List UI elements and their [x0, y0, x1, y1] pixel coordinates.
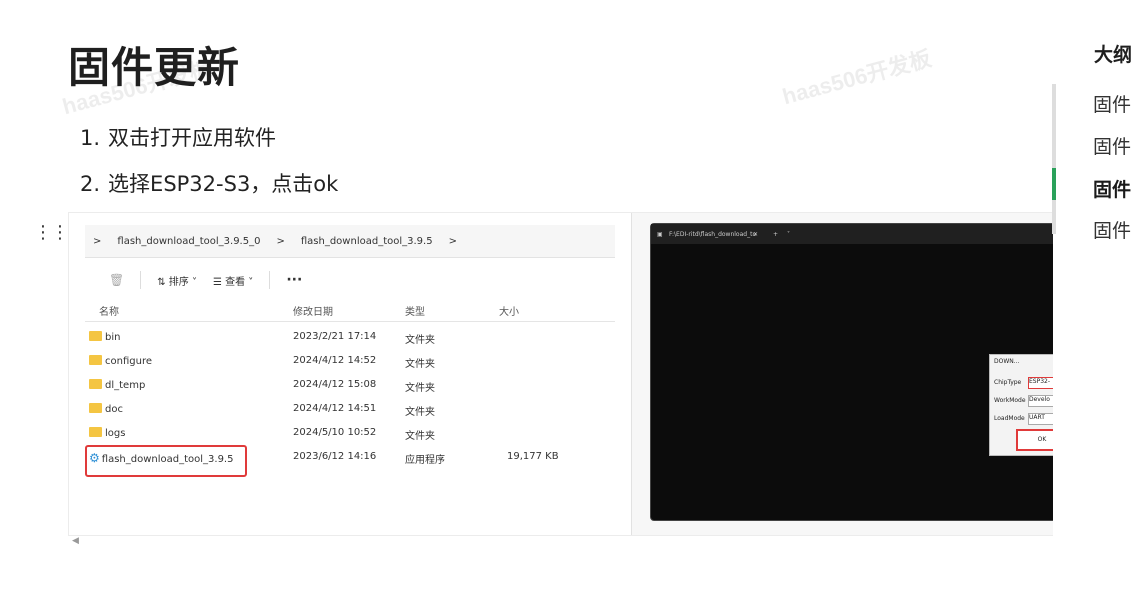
view-button[interactable]: ☰ 查看 ˅ [213, 273, 253, 288]
file-date: 2024/5/10 10:52 [293, 427, 377, 438]
step-text: 选择ESP32-S3，点击ok [108, 172, 339, 196]
chip-type-label: ChipType [994, 379, 1022, 386]
chip-type-select[interactable]: ESP32- [1028, 377, 1053, 389]
outline-item[interactable]: 固件 [1093, 132, 1131, 159]
chevron-down-icon[interactable]: ˅ [787, 231, 790, 238]
outline-item[interactable]: 固件 [1093, 216, 1131, 243]
step-1: 1. 双击打开应用软件 [80, 122, 276, 152]
file-date: 2024/4/12 14:52 [293, 355, 377, 366]
scroll-left-icon[interactable]: ◀ [72, 536, 79, 546]
column-header: 名称 修改日期 类型 大小 [85, 299, 615, 322]
table-row[interactable]: configure 2024/4/12 14:52 文件夹 [85, 351, 615, 375]
folder-icon [89, 403, 102, 413]
add-tab-icon[interactable]: + [773, 231, 778, 238]
highlight-box [85, 445, 247, 477]
divider [269, 271, 271, 289]
toolbar: 🗑 ⇅ 排序 ˅ ☰ 查看 ˅ ··· [109, 271, 302, 289]
load-mode-select[interactable]: UART [1028, 413, 1053, 425]
table-row[interactable]: bin 2023/2/21 17:14 文件夹 [85, 327, 615, 351]
step-2: 2. 选择ESP32-S3，点击ok [80, 168, 338, 198]
file-name: dl_temp [105, 380, 146, 391]
file-date: 2023/6/12 14:16 [293, 451, 377, 462]
file-size: 19,177 KB [507, 451, 559, 462]
sort-button[interactable]: ⇅ 排序 ˅ [157, 273, 197, 288]
page-title: 固件更新 [68, 43, 241, 92]
divider [140, 271, 142, 289]
ok-button[interactable]: OK [1016, 429, 1053, 451]
screenshot-figure: > flash_download_tool_3.9.5_0 > flash_do… [68, 212, 1053, 536]
table-row[interactable]: dl_temp 2024/4/12 15:08 文件夹 [85, 375, 615, 399]
trash-icon[interactable]: 🗑 [109, 273, 124, 287]
step-text: 双击打开应用软件 [108, 126, 277, 150]
download-dialog: DOWN... ChipType ESP32- WorkMode Develo … [989, 354, 1053, 456]
chevron-right-icon: > [276, 235, 285, 247]
file-type: 文件夹 [405, 359, 435, 370]
folder-icon [89, 379, 102, 389]
work-mode-label: WorkMode [994, 397, 1026, 404]
column-date[interactable]: 修改日期 [293, 303, 333, 318]
step-number: 2. [80, 172, 101, 196]
file-type: 文件夹 [405, 383, 435, 394]
file-date: 2024/4/12 14:51 [293, 403, 377, 414]
chevron-right-icon: > [448, 235, 457, 247]
outline-item[interactable]: 固件 [1093, 90, 1131, 117]
breadcrumb-item[interactable]: flash_download_tool_3.9.5_0 [117, 236, 260, 247]
column-type[interactable]: 类型 [405, 303, 425, 318]
breadcrumb: > flash_download_tool_3.9.5_0 > flash_do… [85, 225, 615, 258]
file-name: configure [105, 356, 152, 367]
terminal-tab[interactable]: F:\EDI-ritd\flash_download_to [669, 231, 756, 238]
file-type: 文件夹 [405, 431, 435, 442]
terminal-icon: ▣ [657, 231, 663, 238]
file-type: 文件夹 [405, 335, 435, 346]
drag-handle-icon[interactable]: ⋮⋮ [34, 222, 69, 243]
watermark: haas506开发板 [779, 45, 934, 110]
file-name: logs [105, 428, 126, 439]
work-mode-select[interactable]: Develo [1028, 395, 1053, 407]
outline-active-indicator [1052, 168, 1056, 200]
file-date: 2023/2/21 17:14 [293, 331, 377, 342]
chevron-right-icon: > [93, 235, 102, 247]
outline-track [1052, 84, 1056, 234]
close-icon[interactable]: ✕ [753, 231, 758, 238]
step-number: 1. [80, 126, 101, 150]
terminal-window: ▣ F:\EDI-ritd\flash_download_to ✕ + ˅ DO… [650, 223, 1053, 521]
terminal-titlebar: ▣ F:\EDI-ritd\flash_download_to ✕ + ˅ [651, 224, 1053, 244]
file-type: 应用程序 [405, 455, 445, 466]
terminal-panel: ▣ F:\EDI-ritd\flash_download_to ✕ + ˅ DO… [631, 213, 1053, 535]
file-name: bin [105, 332, 121, 343]
file-name: doc [105, 404, 123, 415]
table-row[interactable]: logs 2024/5/10 10:52 文件夹 [85, 423, 615, 447]
file-type: 文件夹 [405, 407, 435, 418]
file-date: 2024/4/12 15:08 [293, 379, 377, 390]
column-name[interactable]: 名称 [99, 303, 119, 318]
load-mode-label: LoadMode [994, 415, 1025, 422]
folder-icon [89, 427, 102, 437]
column-size[interactable]: 大小 [499, 303, 519, 318]
breadcrumb-item[interactable]: flash_download_tool_3.9.5 [301, 236, 433, 247]
table-row[interactable]: doc 2024/4/12 14:51 文件夹 [85, 399, 615, 423]
folder-icon [89, 355, 102, 365]
more-button[interactable]: ··· [286, 272, 302, 288]
outline-title: 大纲 [1094, 44, 1133, 66]
outline-item-active[interactable]: 固件 [1093, 175, 1131, 202]
folder-icon [89, 331, 102, 341]
dialog-title: DOWN... [994, 358, 1020, 365]
file-explorer: > flash_download_tool_3.9.5_0 > flash_do… [69, 213, 631, 535]
